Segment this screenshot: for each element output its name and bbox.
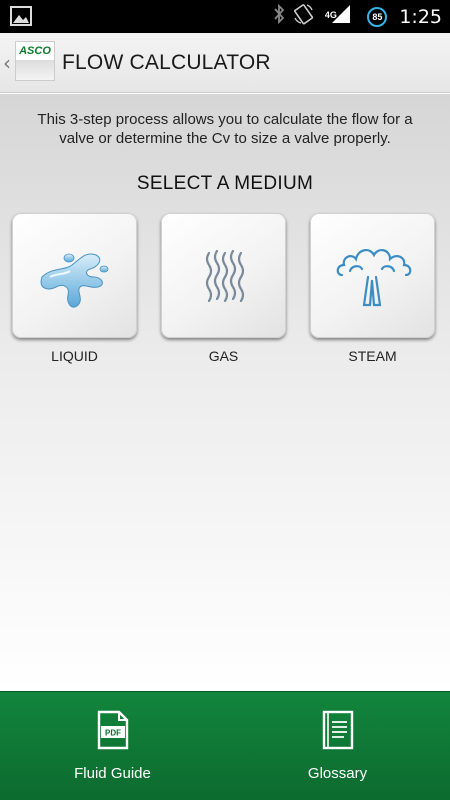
bottom-bar: PDF Fluid Guide Glossary [0, 691, 450, 800]
status-bar: 4G 85 1:25 [0, 0, 450, 33]
logo-band [16, 60, 54, 80]
steam-cloud-icon [336, 249, 412, 307]
app-logo[interactable]: ASCO [15, 41, 55, 81]
glossary-label: Glossary [307, 765, 368, 782]
liquid-splash-icon [40, 253, 109, 308]
gas-button[interactable] [161, 213, 286, 338]
bluetooth-icon [273, 3, 285, 29]
section-title: SELECT A MEDIUM [136, 173, 314, 194]
glossary-button[interactable]: Glossary [225, 692, 450, 800]
rotate-icon [293, 3, 315, 30]
action-bar: ‹ ASCO FLOW CALCULATOR [0, 33, 450, 93]
logo-text: ASCO [19, 45, 51, 57]
gas-waves-icon [205, 249, 245, 303]
image-notification-icon [10, 6, 32, 31]
steam-button[interactable] [310, 213, 435, 338]
fluid-guide-label: Fluid Guide [74, 765, 151, 782]
fluid-guide-button[interactable]: PDF Fluid Guide [0, 692, 225, 800]
steam-label: STEAM [348, 348, 397, 364]
signal-icon: 4G [323, 4, 359, 29]
intro-text: This 3-step process allows you to calcul… [37, 111, 413, 147]
battery-icon: 85 [367, 6, 388, 27]
clock: 1:25 [399, 5, 442, 28]
pdf-document-icon: PDF [97, 710, 128, 750]
main-content: This 3-step process allows you to calcul… [0, 94, 450, 691]
back-chevron-icon[interactable]: ‹ [3, 51, 11, 75]
book-icon [322, 710, 353, 750]
liquid-button[interactable] [12, 213, 137, 338]
pdf-icon-text: PDF [105, 729, 121, 738]
page-title: FLOW CALCULATOR [62, 51, 271, 74]
liquid-label: LIQUID [51, 348, 98, 364]
gas-label: GAS [208, 348, 239, 364]
